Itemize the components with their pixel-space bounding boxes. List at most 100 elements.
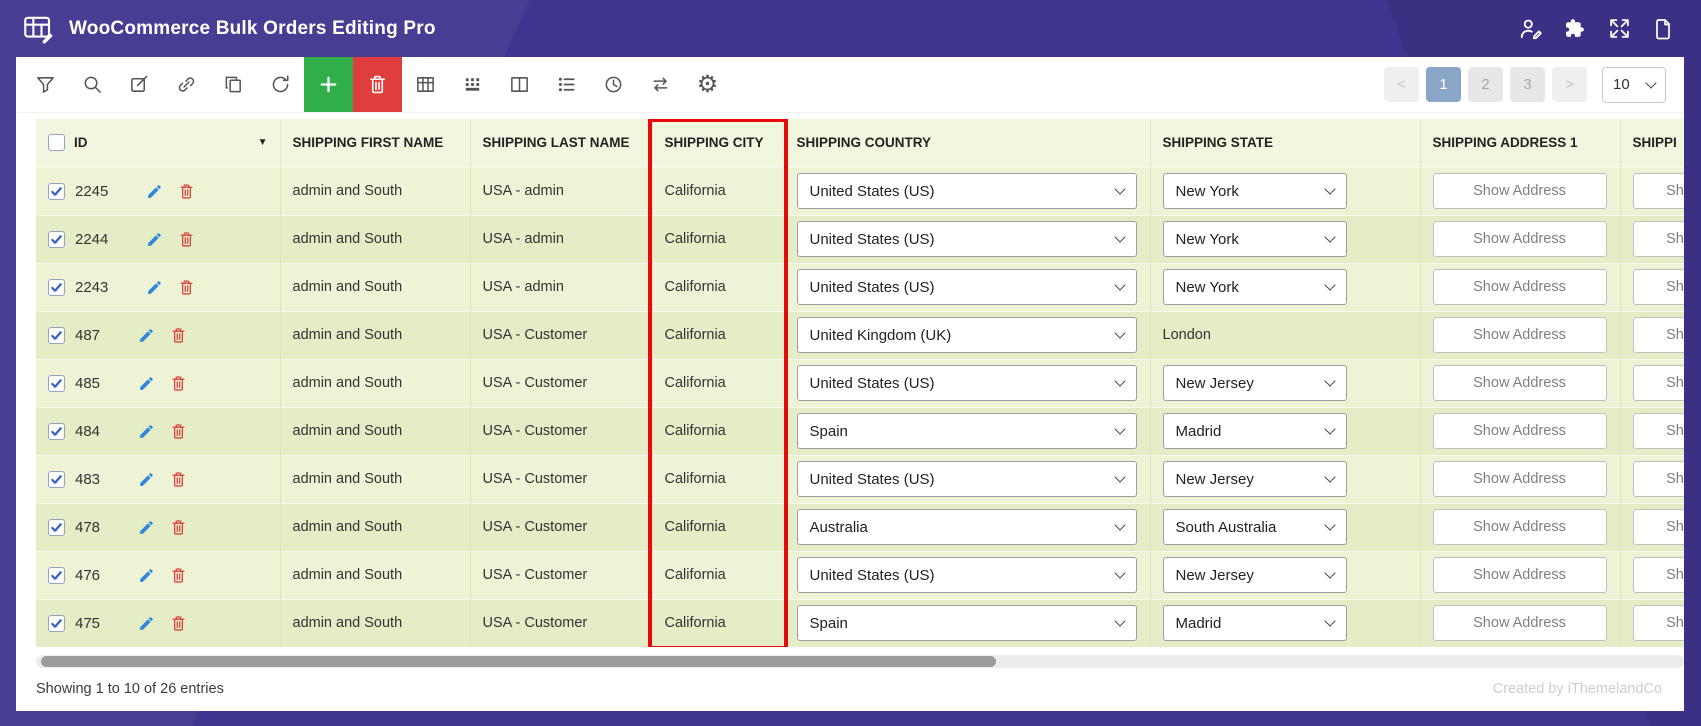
- filter-icon[interactable]: [22, 57, 69, 112]
- show-address-button-clipped[interactable]: Show Address: [1633, 173, 1685, 209]
- show-address-button[interactable]: Show Address: [1433, 221, 1607, 257]
- delete-row-icon[interactable]: [178, 183, 195, 200]
- show-address-button[interactable]: Show Address: [1433, 269, 1607, 305]
- row-checkbox[interactable]: [48, 423, 65, 440]
- column-header-shipping-city[interactable]: SHIPPING CITY: [652, 119, 784, 167]
- row-checkbox[interactable]: [48, 615, 65, 632]
- column-header-shipping-address-2[interactable]: SHIPPI: [1620, 119, 1684, 167]
- state-select[interactable]: South Australia: [1163, 509, 1347, 545]
- page-button-2[interactable]: 2: [1468, 67, 1503, 102]
- show-address-button[interactable]: Show Address: [1433, 461, 1607, 497]
- page-size-select[interactable]: 10: [1602, 67, 1666, 103]
- edit-row-icon[interactable]: [138, 423, 155, 440]
- row-checkbox[interactable]: [48, 279, 65, 296]
- next-page-button[interactable]: >: [1552, 67, 1587, 102]
- show-address-button-clipped[interactable]: Show Address: [1633, 605, 1685, 641]
- delete-row-icon[interactable]: [170, 567, 187, 584]
- column-header-shipping-first-name[interactable]: SHIPPING FIRST NAME: [280, 119, 470, 167]
- show-address-button[interactable]: Show Address: [1433, 557, 1607, 593]
- delete-row-icon[interactable]: [170, 423, 187, 440]
- country-select[interactable]: Spain: [797, 413, 1137, 449]
- state-select[interactable]: Madrid: [1163, 413, 1347, 449]
- edit-row-icon[interactable]: [138, 327, 155, 344]
- duplicate-icon[interactable]: [210, 57, 257, 112]
- show-address-button[interactable]: Show Address: [1433, 605, 1607, 641]
- column-header-shipping-state[interactable]: SHIPPING STATE: [1150, 119, 1420, 167]
- state-select[interactable]: New York: [1163, 173, 1347, 209]
- page-button-3[interactable]: 3: [1510, 67, 1545, 102]
- scrollbar-thumb[interactable]: [41, 656, 996, 667]
- show-address-button-clipped[interactable]: Show Address: [1633, 413, 1685, 449]
- settings-icon[interactable]: ⚙: [684, 57, 731, 112]
- row-checkbox[interactable]: [48, 327, 65, 344]
- grid-view-icon[interactable]: [449, 57, 496, 112]
- state-select[interactable]: New Jersey: [1163, 557, 1347, 593]
- edit-row-icon[interactable]: [138, 567, 155, 584]
- country-select[interactable]: United States (US): [797, 557, 1137, 593]
- delete-row-icon[interactable]: [170, 375, 187, 392]
- history-icon[interactable]: [590, 57, 637, 112]
- edit-row-icon[interactable]: [146, 231, 163, 248]
- column-header-shipping-country[interactable]: SHIPPING COUNTRY: [784, 119, 1150, 167]
- show-address-button[interactable]: Show Address: [1433, 509, 1607, 545]
- row-checkbox[interactable]: [48, 471, 65, 488]
- row-checkbox[interactable]: [48, 375, 65, 392]
- prev-page-button[interactable]: <: [1384, 67, 1419, 102]
- delete-row-icon[interactable]: [170, 519, 187, 536]
- user-icon[interactable]: [1519, 17, 1543, 41]
- show-address-button[interactable]: Show Address: [1433, 365, 1607, 401]
- column-header-shipping-last-name[interactable]: SHIPPING LAST NAME: [470, 119, 652, 167]
- column-header-shipping-address-1[interactable]: SHIPPING ADDRESS 1: [1420, 119, 1620, 167]
- select-all-checkbox[interactable]: [48, 134, 65, 151]
- table-view-icon[interactable]: [402, 57, 449, 112]
- sort-desc-icon[interactable]: ▼: [258, 137, 268, 148]
- horizontal-scrollbar[interactable]: [36, 655, 1684, 668]
- column-header-id[interactable]: ID ▼: [36, 119, 280, 167]
- show-address-button[interactable]: Show Address: [1433, 173, 1607, 209]
- edit-row-icon[interactable]: [146, 183, 163, 200]
- edit-row-icon[interactable]: [138, 615, 155, 632]
- state-select[interactable]: New Jersey: [1163, 461, 1347, 497]
- country-select[interactable]: United States (US): [797, 173, 1137, 209]
- search-icon[interactable]: [69, 57, 116, 112]
- refresh-icon[interactable]: [257, 57, 304, 112]
- country-select[interactable]: United States (US): [797, 221, 1137, 257]
- list-view-icon[interactable]: [543, 57, 590, 112]
- edit-row-icon[interactable]: [146, 279, 163, 296]
- puzzle-icon[interactable]: [1563, 17, 1587, 41]
- delete-row-icon[interactable]: [178, 279, 195, 296]
- country-select[interactable]: Australia: [797, 509, 1137, 545]
- fullscreen-icon[interactable]: [1607, 17, 1631, 41]
- state-select[interactable]: New York: [1163, 269, 1347, 305]
- row-checkbox[interactable]: [48, 519, 65, 536]
- country-select[interactable]: United States (US): [797, 269, 1137, 305]
- show-address-button-clipped[interactable]: Show Address: [1633, 461, 1685, 497]
- show-address-button-clipped[interactable]: Show Address: [1633, 365, 1685, 401]
- show-address-button-clipped[interactable]: Show Address: [1633, 557, 1685, 593]
- delete-row-icon[interactable]: [170, 615, 187, 632]
- split-view-icon[interactable]: [496, 57, 543, 112]
- row-checkbox[interactable]: [48, 231, 65, 248]
- delete-row-icon[interactable]: [170, 327, 187, 344]
- row-checkbox[interactable]: [48, 183, 65, 200]
- edit-icon[interactable]: [116, 57, 163, 112]
- show-address-button-clipped[interactable]: Show Address: [1633, 509, 1685, 545]
- show-address-button[interactable]: Show Address: [1433, 317, 1607, 353]
- page-button-1[interactable]: 1: [1426, 67, 1461, 102]
- state-select[interactable]: Madrid: [1163, 605, 1347, 641]
- add-icon[interactable]: [304, 57, 353, 112]
- country-select[interactable]: United States (US): [797, 365, 1137, 401]
- country-select[interactable]: Spain: [797, 605, 1137, 641]
- show-address-button[interactable]: Show Address: [1433, 413, 1607, 449]
- country-select[interactable]: United States (US): [797, 461, 1137, 497]
- delete-row-icon[interactable]: [170, 471, 187, 488]
- state-select[interactable]: New Jersey: [1163, 365, 1347, 401]
- edit-row-icon[interactable]: [138, 375, 155, 392]
- row-checkbox[interactable]: [48, 567, 65, 584]
- sync-icon[interactable]: [637, 57, 684, 112]
- show-address-button-clipped[interactable]: Show Address: [1633, 317, 1685, 353]
- edit-row-icon[interactable]: [138, 471, 155, 488]
- edit-row-icon[interactable]: [138, 519, 155, 536]
- state-select[interactable]: New York: [1163, 221, 1347, 257]
- show-address-button-clipped[interactable]: Show Address: [1633, 269, 1685, 305]
